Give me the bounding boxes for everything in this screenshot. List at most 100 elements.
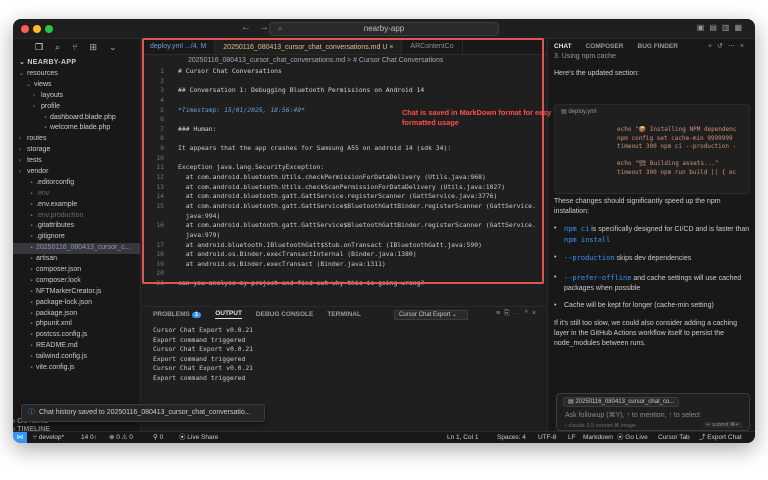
markdown-editor[interactable]: 1 # Cursor Chat Conversations 2 3 ## Convers… [142,67,546,298]
submit-button[interactable]: ↵ submit ⌘↵ [703,422,743,428]
chevron-down-icon[interactable]: ⌄ [109,42,117,53]
export-chat-button[interactable]: ⤴ Export Chat [699,432,742,443]
output-line: Export command triggered [153,373,246,382]
minimize-window-button[interactable] [33,25,41,33]
layout-icons[interactable]: ▣▤▥▦ [697,23,747,32]
cursor-tab-status[interactable]: Cursor Tab [658,432,690,443]
file-icon: ▪ [30,299,33,306]
output-line: Export command triggered [153,354,246,363]
chevron-right-icon: › [19,169,21,176]
info-icon: ⓘ [28,409,35,416]
code-suggestion-card[interactable]: ▤ deploy.yml echo "📦 Installing NPM depe… [554,104,750,194]
tab-bug-finder[interactable]: BUG FINDER [638,43,678,50]
explorer-item[interactable]: ▪ phpunit.xml [13,319,140,330]
explorer-item[interactable]: ▪ postcss.config.js [13,330,140,341]
tab-chat-conversations-md[interactable]: 20250116_080413_cursor_chat_conversation… [215,39,403,54]
explorer-item[interactable]: ▪ NFTMarkerCreator.js [13,287,140,298]
file-icon: ▪ [30,321,33,328]
line-number: 10 [156,153,164,162]
explorer-item[interactable]: ▪ 20250116_080413_cursor_c... [13,243,140,255]
explorer-item[interactable]: ▪ composer.lock [13,276,140,287]
live-share-button[interactable]: ⦿ Live Share [179,432,218,443]
explorer-item[interactable]: ▪ .env.example [13,200,140,211]
tab-debug-console[interactable]: DEBUG CONSOLE [256,311,313,318]
tab-arcontent[interactable]: ARContentCo [402,39,463,54]
indentation[interactable]: Spaces: 4 [497,432,526,443]
line-number: 6 [160,115,164,124]
explorer-item[interactable]: › routes [13,134,140,145]
file-icon: ▪ [30,354,33,361]
cursor-position[interactable]: Ln 1, Col 1 [447,432,478,443]
explorer-item[interactable]: ▪ package-lock.json [13,298,140,309]
project-title[interactable]: ⌄ NEARBY-APP [13,55,140,69]
title-bar: ←→ ⌕ nearby-app ▣▤▥▦ [13,19,755,39]
explorer-icon[interactable]: ❐ [35,42,43,53]
editor-tabs: deploy.yml .../4, M 20250116_080413_curs… [142,39,546,55]
line-number: 4 [160,95,164,104]
tab-terminal[interactable]: TERMINAL [327,311,361,318]
explorer-item[interactable]: ▪ .env [13,189,140,200]
go-live-button[interactable]: ⦿ Go Live [617,432,648,443]
explorer-item[interactable]: › layouts [13,91,140,102]
source-control-icon[interactable]: ⑂ [72,42,77,52]
explorer-item[interactable]: ▪ tailwind.config.js [13,352,140,363]
extensions-icon[interactable]: ⊞ [90,42,98,53]
remote-indicator[interactable]: ⋈ [13,432,27,443]
explorer-item[interactable]: ⌄ views [13,80,140,91]
context-file-chip[interactable]: ▤ 20250116_080413_cursor_chat_co... [563,397,680,407]
tab-composer[interactable]: COMPOSER [586,43,624,50]
file-icon: ▪ [30,190,33,197]
explorer-item[interactable]: ▪ .gitattributes [13,221,140,232]
output-log: Cursor Chat Export v0.0.21 Export command… [142,322,546,387]
explorer-item[interactable]: ▪ composer.json [13,265,140,276]
model-selector[interactable]: › claude-3.5-sonnet ⌘ image [565,423,636,429]
chat-actions[interactable]: +↺⋯× [708,42,749,50]
explorer-item[interactable]: › vendor [13,167,140,178]
file-icon: ▪ [30,256,33,263]
tab-chat[interactable]: CHAT [554,43,572,50]
command-center-search[interactable]: ⌕ nearby-app [269,22,499,36]
close-window-button[interactable] [21,25,29,33]
explorer-item[interactable]: › tests [13,156,140,167]
tab-problems[interactable]: PROBLEMS 1 [153,311,202,318]
end-of-line[interactable]: LF [568,432,576,443]
file-icon: ▪ [30,234,33,241]
explorer-item[interactable]: ⌄ resources [13,69,140,80]
chat-input[interactable]: ▤ 20250116_080413_cursor_chat_co... Ask … [556,393,750,431]
notification-toast[interactable]: ⓘ Chat history saved to 20250116_080413_c… [21,404,265,422]
language-mode[interactable]: Markdown [583,432,613,443]
explorer-item[interactable]: ▪ README.md [13,341,140,352]
code-line: 21 can you analyse my project and find ou… [142,279,546,289]
explorer-item[interactable]: ▪ .env.production [13,211,140,222]
tab-deploy-yml[interactable]: deploy.yml .../4, M [142,39,216,54]
explorer-item[interactable]: › storage [13,145,140,156]
file-icon: ▪ [30,365,33,372]
explorer-item[interactable]: ▪ .editorconfig [13,178,140,189]
ports-indicator[interactable]: ⚲ 0 [153,432,163,443]
search-icon[interactable]: ⌕ [55,42,60,53]
encoding[interactable]: UTF-8 [538,432,556,443]
output-channel-select[interactable]: Cursor Chat Export ⌄ [394,310,468,320]
sync-indicator[interactable]: 14 0↑ [81,432,97,443]
problems-indicator[interactable]: ⊗ 0 ⚠ 0 [109,432,133,443]
chevron-down-icon: ⌄ [26,81,32,88]
chat-top-cut: 3. Using npm cache [554,53,616,60]
explorer-item[interactable]: ▪ artisan [13,254,140,265]
code-line: 3 ## Conversation 1: Debugging Bluetooth … [142,86,546,96]
tab-output[interactable]: OUTPUT [215,310,242,319]
panel-actions[interactable]: ≡⎘⋯^× [496,310,540,318]
maximize-window-button[interactable] [45,25,53,33]
output-line: Export command triggered [153,335,246,344]
explorer-item[interactable]: ▪ vite.config.js [13,363,140,374]
explorer-item[interactable]: ▪ dashboard.blade.php [13,113,140,124]
chat-bullet-3: • --prefer-offline and cache settings wi… [554,274,742,292]
explorer-item[interactable]: ▪ package.json [13,309,140,320]
line-number: 17 [156,240,164,249]
explorer-item[interactable]: ▪ .gitignore [13,232,140,243]
breadcrumb[interactable]: 20250116_080413_cursor_chat_conversation… [142,55,546,67]
explorer-item[interactable]: › profile [13,102,140,113]
close-icon[interactable]: × [389,44,393,51]
chat-sidebar: CHAT COMPOSER BUG FINDER +↺⋯× 3. Using n… [547,39,755,431]
branch-indicator[interactable]: ⑂ develop* [33,432,64,443]
explorer-item[interactable]: ▪ welcome.blade.php [13,123,140,134]
